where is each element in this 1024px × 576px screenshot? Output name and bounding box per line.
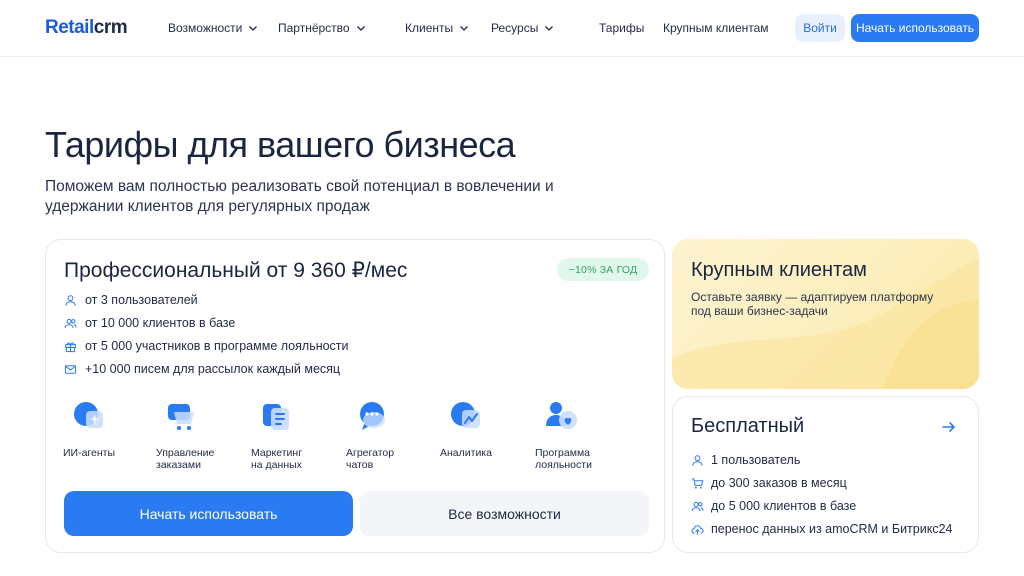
module-data-marketing[interactable]: Маркетинг на данных [251, 400, 331, 471]
arrow-right-icon[interactable] [941, 419, 957, 435]
user-icon [692, 454, 703, 466]
start-using-button[interactable]: Начать использовать [64, 491, 353, 536]
plan-feature: от 10 000 клиентов в базе [64, 315, 235, 331]
enterprise-card[interactable]: Крупным клиентам Оставьте заявку — адапт… [672, 239, 979, 389]
chevron-down-icon [249, 26, 258, 31]
retailcrm-logo[interactable]: Retail crm [45, 17, 128, 38]
gift-icon [65, 341, 76, 352]
page-title: Тарифы для вашего бизнеса [45, 124, 516, 165]
start-using-button-header[interactable]: Начать использовать [851, 14, 979, 42]
plan-feature: до 5 000 клиентов в базе [691, 498, 856, 514]
nav-pricing[interactable]: Тарифы [599, 20, 644, 36]
plan-feature: 1 пользователь [691, 452, 800, 468]
chat-icon [360, 402, 385, 430]
module-ai-agents[interactable]: ИИ-агенты [63, 400, 143, 459]
nav-clients[interactable]: Клиенты [405, 20, 469, 36]
cart-icon [168, 404, 194, 430]
plan-feature: от 5 000 участников в программе лояльнос… [64, 338, 349, 354]
all-features-button[interactable]: Все возможности [360, 491, 649, 536]
enterprise-title: Крупным клиентам [691, 259, 867, 281]
professional-plan-card: Профессиональный от 9 360 ₽/мес −10% ЗА … [45, 239, 665, 553]
nav-features[interactable]: Возможности [168, 20, 258, 36]
module-order-management[interactable]: Управление заказами [156, 400, 236, 471]
cart-icon [691, 477, 704, 489]
plan-feature: до 300 заказов в месяц [691, 475, 847, 491]
data-marketing-icon [263, 404, 289, 430]
page-subtitle: Поможем вам полностью реализовать свой п… [45, 178, 554, 215]
professional-plan-title: Профессиональный от 9 360 ₽/мес [64, 259, 408, 282]
module-analytics[interactable]: Аналитика [440, 400, 520, 459]
free-plan-card[interactable]: Бесплатный 1 пользователь до 300 заказов… [672, 396, 979, 553]
nav-enterprise[interactable]: Крупным клиентам [663, 20, 769, 36]
loyalty-icon [546, 402, 577, 429]
cloud-upload-icon [691, 524, 704, 535]
plan-feature: +10 000 писем для рассылок каждый месяц [64, 361, 340, 377]
nav-partnership[interactable]: Партнёрство [278, 20, 366, 36]
users-icon [64, 318, 77, 328]
nav-resources[interactable]: Ресурсы [491, 20, 554, 36]
plan-feature: перенос данных из amoCRM и Битрикс24 [691, 521, 952, 537]
user-icon [65, 294, 76, 306]
plan-feature: от 3 пользователей [64, 292, 198, 308]
mail-icon [64, 364, 77, 374]
free-plan-title: Бесплатный [691, 415, 805, 437]
annual-discount-badge: −10% ЗА ГОД [557, 258, 649, 281]
module-loyalty-program[interactable]: Программа лояльности [535, 400, 615, 471]
users-icon [691, 501, 704, 511]
chevron-down-icon [356, 26, 365, 31]
chevron-down-icon [545, 26, 554, 31]
analytics-icon [451, 402, 480, 428]
ai-agent-icon [74, 402, 103, 428]
enterprise-description: Оставьте заявку — адаптируем платформу п… [691, 290, 934, 318]
chevron-down-icon [460, 26, 469, 31]
site-header: Retail crm Возможности Партнёрство Клиент… [0, 0, 1024, 57]
login-button[interactable]: Войти [795, 14, 845, 42]
module-chat-aggregator[interactable]: Агрегатор чатов [346, 400, 426, 471]
